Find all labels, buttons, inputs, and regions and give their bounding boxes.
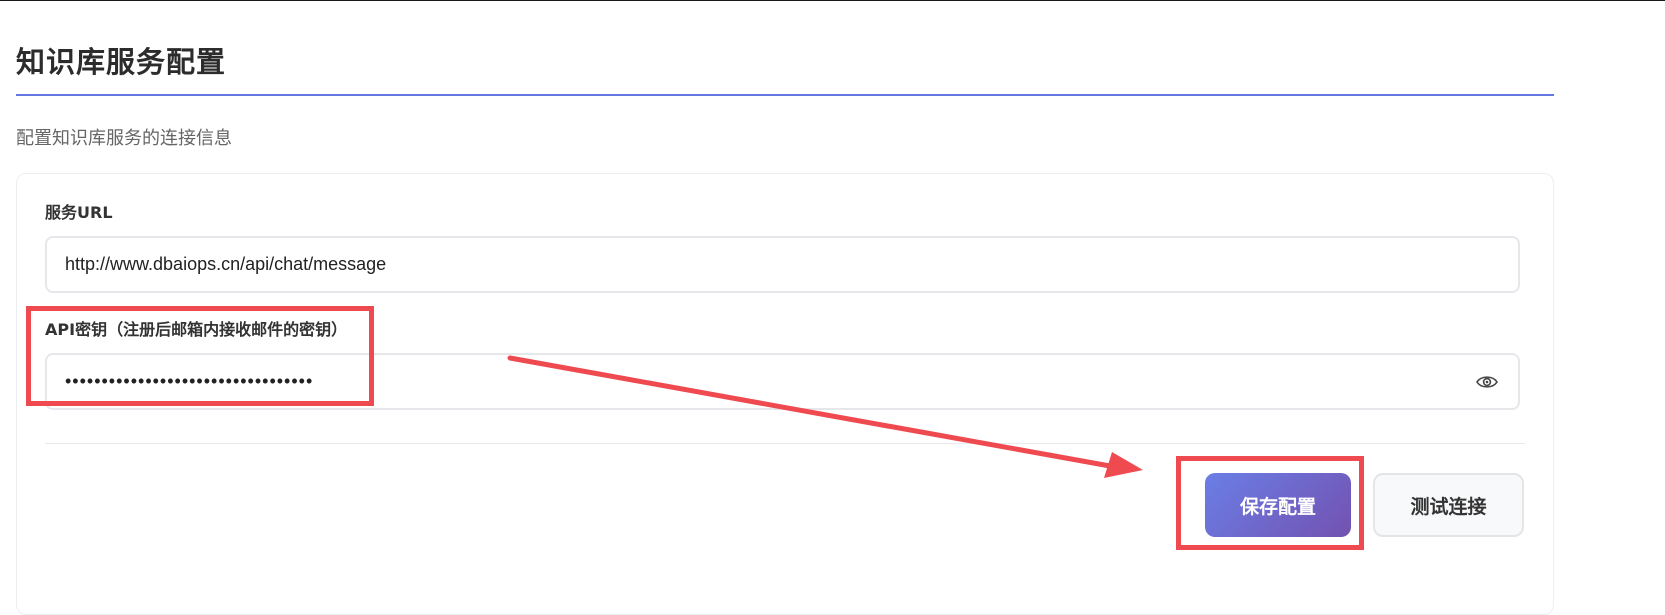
page-title: 知识库服务配置 — [16, 45, 227, 79]
eye-icon[interactable] — [1476, 373, 1498, 391]
annotation-highlight-save-button — [1176, 456, 1364, 550]
service-url-label: 服务URL — [45, 203, 113, 222]
top-border-line — [0, 0, 1665, 1]
page-subtitle: 配置知识库服务的连接信息 — [16, 128, 232, 149]
actions-divider — [45, 443, 1525, 444]
annotation-highlight-api-key — [26, 306, 374, 406]
service-url-input[interactable] — [47, 237, 1447, 292]
test-connection-button[interactable]: 测试连接 — [1373, 473, 1524, 537]
title-underline — [16, 94, 1554, 96]
service-url-field[interactable] — [45, 236, 1520, 293]
